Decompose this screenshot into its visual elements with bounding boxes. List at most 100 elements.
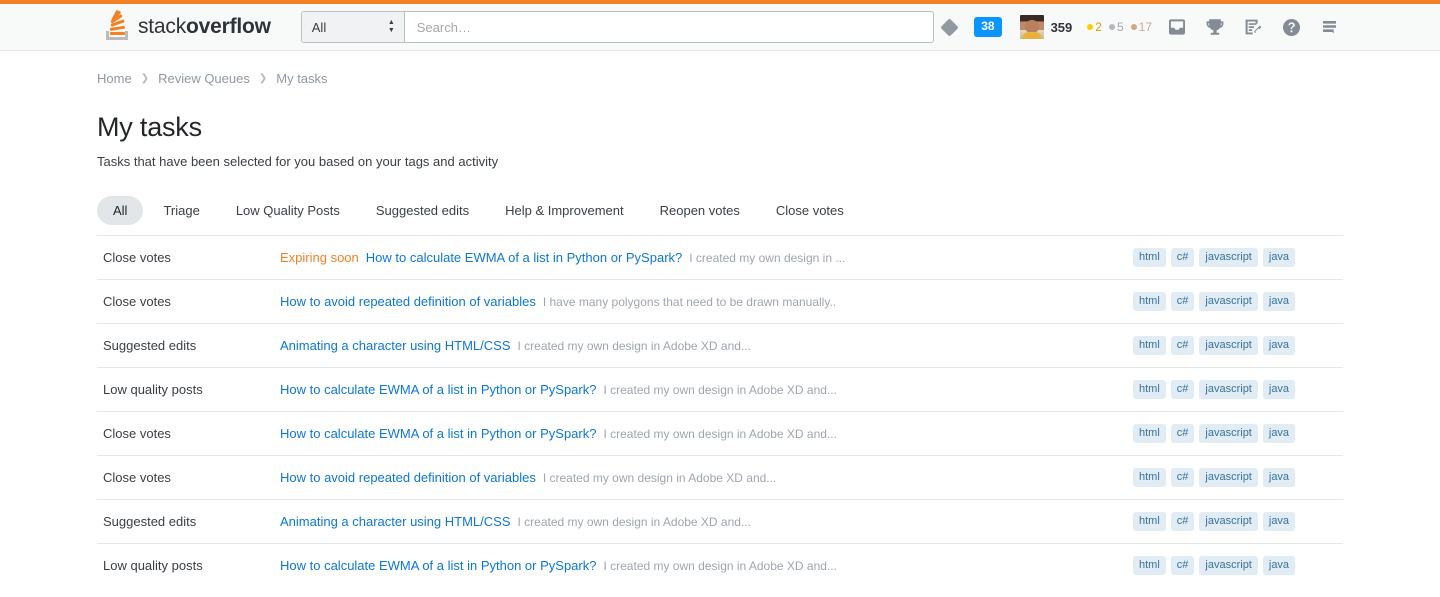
tag-html[interactable]: html: [1133, 424, 1166, 443]
help-button[interactable]: [1272, 4, 1310, 50]
task-title-link[interactable]: How to calculate EWMA of a list in Pytho…: [280, 426, 596, 441]
tag-c[interactable]: c#: [1170, 424, 1195, 443]
breadcrumb-item-review-queues[interactable]: Review Queues: [158, 71, 250, 86]
search-input[interactable]: [404, 12, 934, 42]
breadcrumb-chevron-icon: ❯: [140, 73, 150, 84]
task-excerpt: I created my own design in Adobe XD and.…: [603, 427, 837, 441]
tag-html[interactable]: html: [1133, 556, 1166, 575]
task-title-link[interactable]: How to calculate EWMA of a list in Pytho…: [280, 558, 596, 573]
site-switcher-button[interactable]: [1310, 4, 1348, 50]
gold-badge-count[interactable]: 2: [1087, 20, 1102, 34]
tag-javascript[interactable]: javascript: [1199, 424, 1258, 443]
tag-c[interactable]: c#: [1170, 512, 1195, 531]
task-excerpt: I have many polygons that need to be dra…: [542, 295, 837, 309]
task-row: Close votes How to calculate EWMA of a li…: [97, 412, 1343, 456]
task-row: Close votes How to avoid repeated definit…: [97, 280, 1343, 324]
logo-wordmark: stackoverflow: [138, 15, 271, 39]
task-main: Animating a character using HTML/CSS I cr…: [280, 338, 1133, 353]
task-title-link[interactable]: How to calculate EWMA of a list in Pytho…: [366, 250, 682, 265]
tag-java[interactable]: java: [1262, 336, 1296, 355]
search-scope-select[interactable]: All ▲ ▼: [301, 12, 405, 42]
task-tag-list: html c# javascript java: [1133, 336, 1343, 355]
task-queue-label: Suggested edits: [103, 338, 197, 353]
tag-java[interactable]: java: [1262, 512, 1296, 531]
tag-c[interactable]: c#: [1170, 336, 1195, 355]
task-title-link[interactable]: How to avoid repeated definition of vari…: [280, 294, 536, 309]
reputation-score: 359: [1050, 19, 1073, 35]
tag-html[interactable]: html: [1133, 512, 1166, 531]
tab-close-votes[interactable]: Close votes: [760, 196, 860, 225]
review-icon: [1245, 19, 1262, 35]
tag-html[interactable]: html: [1133, 336, 1166, 355]
logo-text-bold: overflow: [186, 15, 271, 38]
tag-java[interactable]: java: [1262, 380, 1296, 399]
expiring-soon-label: Expiring soon: [280, 250, 359, 265]
task-row: Low quality posts How to calculate EWMA o…: [97, 544, 1343, 587]
tag-java[interactable]: java: [1262, 248, 1296, 267]
tag-javascript[interactable]: javascript: [1199, 556, 1258, 575]
gold-badge-number: 2: [1095, 20, 1102, 34]
task-excerpt: I created my own design in Adobe XD and.…: [517, 339, 751, 353]
tag-c[interactable]: c#: [1170, 556, 1195, 575]
task-title-link[interactable]: Animating a character using HTML/CSS: [280, 338, 510, 353]
task-excerpt: I created my own design in Adobe XD and.…: [517, 515, 751, 529]
diamond-icon: [940, 17, 959, 37]
badge-counts: 2 5 17: [1087, 20, 1152, 34]
task-excerpt: I created my own design in Adobe XD and.…: [603, 559, 837, 573]
task-excerpt: I created my own design in Adobe XD and.…: [542, 471, 777, 485]
breadcrumb-item-current: My tasks: [276, 71, 328, 86]
tag-java[interactable]: java: [1262, 292, 1296, 311]
tag-c[interactable]: c#: [1170, 248, 1195, 267]
achievements-button[interactable]: [1196, 4, 1234, 50]
tag-javascript[interactable]: javascript: [1199, 248, 1258, 267]
tag-javascript[interactable]: javascript: [1199, 512, 1258, 531]
tab-all[interactable]: All: [97, 196, 144, 225]
task-queue-label: Close votes: [103, 426, 171, 441]
task-queue-label: Low quality posts: [103, 382, 203, 397]
tag-c[interactable]: c#: [1170, 292, 1195, 311]
task-queue-label: Suggested edits: [103, 514, 197, 529]
diamond-badge-button[interactable]: [934, 4, 965, 50]
tag-javascript[interactable]: javascript: [1199, 292, 1258, 311]
task-row: Close votes Expiring soon How to calculate…: [97, 236, 1343, 280]
breadcrumb: Home ❯ Review Queues ❯ My tasks: [97, 71, 1343, 86]
review-count-button[interactable]: 38: [965, 4, 1010, 50]
inbox-button[interactable]: [1158, 4, 1196, 50]
tag-html[interactable]: html: [1133, 468, 1166, 487]
tag-html[interactable]: html: [1133, 248, 1166, 267]
stackoverflow-logo-link[interactable]: stackoverflow: [97, 4, 279, 50]
review-queues-button[interactable]: [1234, 4, 1272, 50]
tag-javascript[interactable]: javascript: [1199, 468, 1258, 487]
task-queue-label: Close votes: [103, 470, 171, 485]
trophy-icon: [1206, 19, 1224, 35]
bronze-badge-icon: [1130, 24, 1137, 30]
header-right-cluster: 38 359 2 5 17: [934, 4, 1440, 50]
tag-html[interactable]: html: [1133, 292, 1166, 311]
tab-low-quality-posts[interactable]: Low Quality Posts: [220, 196, 356, 225]
tag-c[interactable]: c#: [1170, 380, 1195, 399]
tab-triage[interactable]: Triage: [147, 196, 215, 225]
bronze-badge-count[interactable]: 17: [1130, 20, 1152, 34]
tag-java[interactable]: java: [1262, 556, 1296, 575]
task-title-link[interactable]: Animating a character using HTML/CSS: [280, 514, 510, 529]
tab-help-improvement[interactable]: Help & Improvement: [489, 196, 640, 225]
tag-javascript[interactable]: javascript: [1199, 380, 1258, 399]
task-title-link[interactable]: How to avoid repeated definition of vari…: [280, 470, 536, 485]
hamburger-icon: [1322, 21, 1336, 34]
silver-badge-number: 5: [1116, 20, 1124, 34]
tag-html[interactable]: html: [1133, 380, 1166, 399]
tag-java[interactable]: java: [1262, 468, 1296, 487]
tab-suggested-edits[interactable]: Suggested edits: [360, 196, 485, 225]
user-profile-link[interactable]: 359 2 5 17: [1011, 4, 1158, 50]
breadcrumb-item-home[interactable]: Home: [97, 71, 132, 86]
tag-javascript[interactable]: javascript: [1199, 336, 1258, 355]
task-title-link[interactable]: How to calculate EWMA of a list in Pytho…: [280, 382, 596, 397]
task-tag-list: html c# javascript java: [1133, 248, 1343, 267]
tag-java[interactable]: java: [1262, 424, 1296, 443]
task-tag-list: html c# javascript java: [1133, 512, 1343, 531]
tab-reopen-votes[interactable]: Reopen votes: [644, 196, 756, 225]
silver-badge-count[interactable]: 5: [1108, 20, 1124, 34]
tag-c[interactable]: c#: [1170, 468, 1195, 487]
task-main: Animating a character using HTML/CSS I cr…: [280, 514, 1133, 529]
task-tag-list: html c# javascript java: [1133, 380, 1343, 399]
